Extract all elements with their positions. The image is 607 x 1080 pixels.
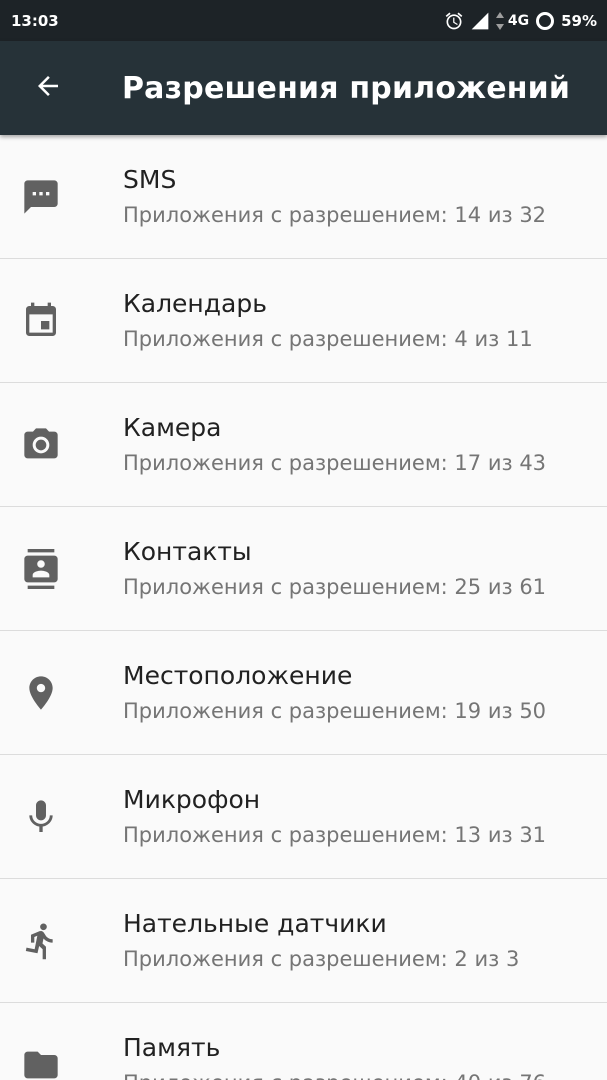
network-type: 4G xyxy=(507,12,530,29)
signal-icon xyxy=(470,11,490,31)
back-button[interactable] xyxy=(0,41,96,135)
permission-item-camera[interactable]: Камера Приложения с разрешением: 17 из 4… xyxy=(0,383,607,507)
battery-ring-icon xyxy=(535,11,555,31)
status-bar: 13:03 4G 59% xyxy=(0,0,607,41)
status-time: 13:03 xyxy=(11,11,59,30)
permission-subtitle: Приложения с разрешением: 19 из 50 xyxy=(123,698,547,723)
permission-subtitle: Приложения с разрешением: 25 из 61 xyxy=(123,574,547,599)
battery-percent: 59% xyxy=(561,11,597,30)
status-icons: 4G 59% xyxy=(444,11,597,31)
permission-title: Микрофон xyxy=(123,784,261,814)
permission-subtitle: Приложения с разрешением: 40 из 76 xyxy=(123,1068,546,1080)
app-bar: Разрешения приложений xyxy=(0,41,607,135)
permission-item-location[interactable]: Местоположение Приложения с разрешением:… xyxy=(0,631,607,755)
microphone-icon xyxy=(0,797,82,837)
permission-subtitle: Приложения с разрешением: 13 из 31 xyxy=(123,822,547,847)
permissions-list: SMS Приложения с разрешением: 14 из 32 К… xyxy=(0,135,607,1080)
alarm-icon xyxy=(444,11,464,31)
camera-icon xyxy=(0,425,82,465)
arrow-back-icon xyxy=(33,71,63,105)
permission-title: SMS xyxy=(123,164,177,194)
permission-title: Местоположение xyxy=(123,660,353,690)
permission-title: Камера xyxy=(123,412,222,442)
calendar-icon xyxy=(0,301,82,341)
page-title: Разрешения приложений xyxy=(122,70,571,106)
contacts-icon xyxy=(0,548,82,589)
permission-item-storage[interactable]: Память Приложения с разрешением: 40 из 7… xyxy=(0,1003,607,1080)
body-sensors-icon xyxy=(0,921,82,961)
permission-title: Нательные датчики xyxy=(123,908,387,938)
data-arrows-icon xyxy=(495,11,504,30)
permission-subtitle: Приложения с разрешением: 17 из 43 xyxy=(123,450,547,475)
permission-title: Календарь xyxy=(123,288,267,318)
permission-item-sms[interactable]: SMS Приложения с разрешением: 14 из 32 xyxy=(0,135,607,259)
sms-icon xyxy=(0,177,82,217)
location-icon xyxy=(0,673,82,713)
storage-folder-icon xyxy=(0,1045,82,1080)
permission-title: Контакты xyxy=(123,536,252,566)
permission-item-calendar[interactable]: Календарь Приложения с разрешением: 4 из… xyxy=(0,259,607,383)
permission-item-body-sensors[interactable]: Нательные датчики Приложения с разрешени… xyxy=(0,879,607,1003)
permission-subtitle: Приложения с разрешением: 14 из 32 xyxy=(123,202,547,227)
permission-item-microphone[interactable]: Микрофон Приложения с разрешением: 13 из… xyxy=(0,755,607,879)
permission-subtitle: Приложения с разрешением: 2 из 3 xyxy=(123,946,520,971)
permission-title: Память xyxy=(123,1032,221,1062)
permission-item-contacts[interactable]: Контакты Приложения с разрешением: 25 из… xyxy=(0,507,607,631)
permission-subtitle: Приложения с разрешением: 4 из 11 xyxy=(123,326,533,351)
